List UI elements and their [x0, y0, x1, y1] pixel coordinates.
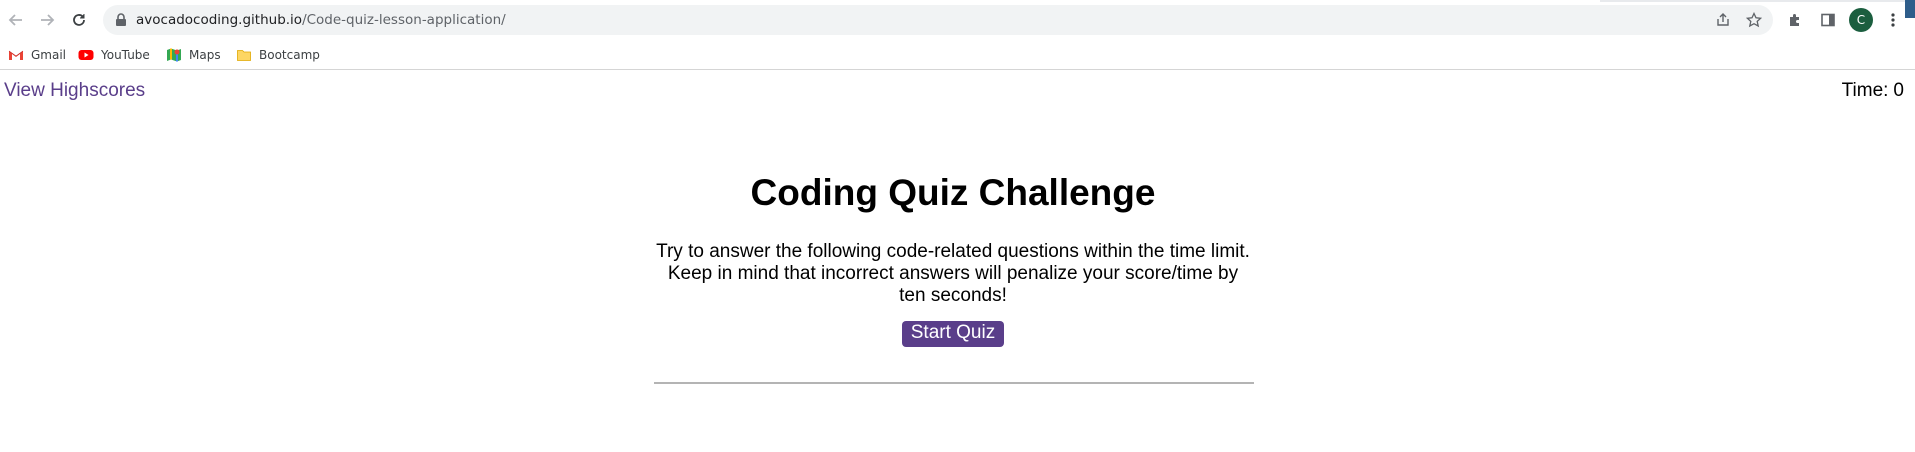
timer-label: Time:	[1841, 80, 1889, 101]
bookmark-label: YouTube	[101, 48, 150, 62]
side-panel-icon	[1821, 13, 1835, 27]
bookmark-youtube[interactable]: YouTube	[78, 45, 150, 65]
bookmark-label: Maps	[189, 48, 221, 62]
bookmark-label: Gmail	[31, 48, 67, 62]
bookmark-label: Bootcamp	[259, 48, 320, 62]
lock-icon	[116, 13, 126, 26]
gmail-icon	[8, 50, 24, 60]
bookmark-star-icon[interactable]	[1746, 12, 1762, 28]
side-panel-button[interactable]	[1818, 10, 1838, 30]
timer: Time: 0	[1842, 80, 1904, 102]
window-edge	[1600, 0, 1905, 2]
back-button[interactable]	[4, 8, 28, 32]
bookmarks-bar: Gmail YouTube Maps Bootcamp	[0, 40, 1915, 70]
bookmark-gmail[interactable]: Gmail	[8, 45, 66, 65]
profile-avatar[interactable]: C	[1849, 8, 1873, 32]
reload-button[interactable]	[67, 8, 91, 32]
page-title: Coding Quiz Challenge	[750, 172, 1156, 213]
url-text: avocadocoding.github.io/Code-quiz-lesson…	[136, 12, 506, 28]
back-arrow-icon	[8, 14, 22, 26]
forward-button[interactable]	[35, 8, 59, 32]
url-host: avocadocoding.github.io	[136, 12, 303, 28]
share-icon[interactable]	[1715, 12, 1731, 28]
start-quiz-button[interactable]: Start Quiz	[901, 321, 1005, 347]
more-vertical-icon	[1891, 13, 1895, 27]
folder-icon	[237, 50, 251, 61]
timer-value: 0	[1893, 80, 1904, 101]
view-highscores-link[interactable]: View Highscores	[4, 80, 145, 102]
address-bar[interactable]: avocadocoding.github.io/Code-quiz-lesson…	[103, 5, 1773, 35]
puzzle-icon	[1790, 14, 1799, 26]
browser-menu-button[interactable]	[1883, 10, 1903, 30]
reload-icon	[73, 14, 85, 26]
bookmark-maps[interactable]: Maps	[166, 45, 221, 65]
maps-icon	[167, 48, 181, 62]
window-edge-accent	[1905, 0, 1915, 18]
quiz-description: Try to answer the following code-related…	[656, 241, 1250, 306]
forward-arrow-icon	[41, 14, 55, 26]
extensions-button[interactable]	[1785, 10, 1805, 30]
quiz-intro: Coding Quiz Challenge Try to answer the …	[653, 170, 1253, 347]
url-path: /Code-quiz-lesson-application/	[302, 12, 506, 28]
youtube-icon	[78, 50, 94, 60]
divider	[654, 382, 1254, 384]
bookmark-bootcamp[interactable]: Bootcamp	[236, 45, 320, 65]
browser-toolbar: avocadocoding.github.io/Code-quiz-lesson…	[0, 0, 1915, 40]
